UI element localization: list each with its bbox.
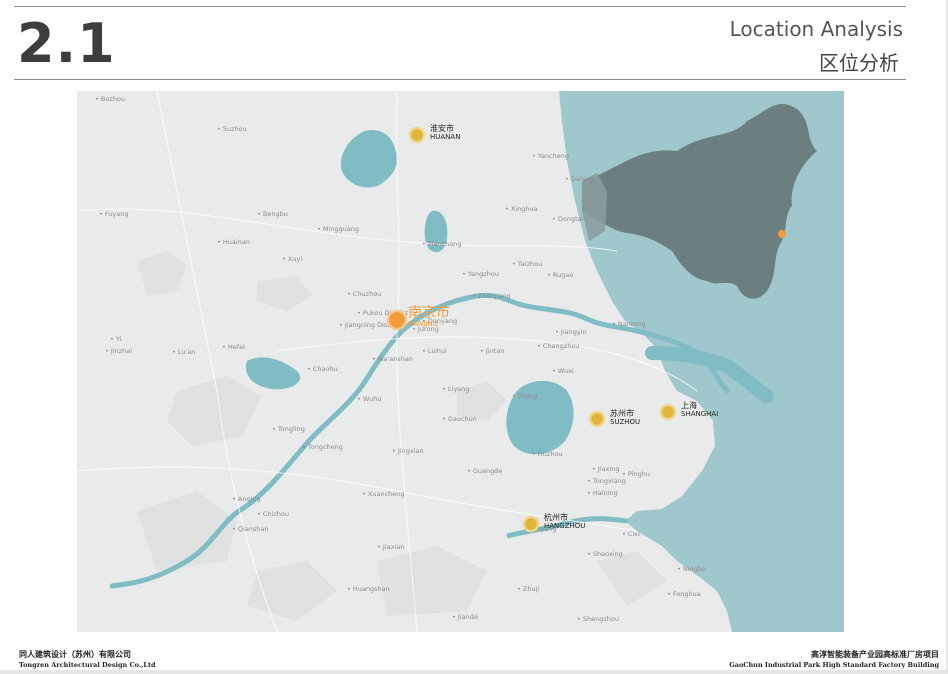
section-number: 2.1 <box>17 12 116 75</box>
city-dot <box>522 515 540 533</box>
map-label: • Chizhou <box>257 510 289 518</box>
map-label: • Tianchang <box>422 240 462 248</box>
map-label: • Jiangyin <box>555 328 587 336</box>
footer-company-cn: 同人建筑设计（苏州）有限公司 <box>19 650 131 659</box>
map-label: • Yancheng <box>532 152 569 160</box>
map-label: • Bozhou <box>95 95 125 103</box>
map-label: • Zhenjiang <box>472 292 510 300</box>
map-label: • Changzhou <box>537 342 579 350</box>
map-label: • Huzhou <box>532 450 563 458</box>
map-label: • Jinzhai <box>105 347 132 355</box>
city-name-en: HANGZHOU <box>544 522 585 530</box>
map-label: • Xuyi <box>282 255 302 263</box>
header-bottom-rule <box>14 79 906 80</box>
footer-company-en: Tongren Architectural Design Co.,Ltd <box>19 661 156 669</box>
city-name-cn: 南京市 <box>408 304 450 321</box>
map-label: • Bengbu <box>257 210 288 218</box>
map-label: • Lu'an <box>172 348 195 356</box>
city-name-en: HUANAN <box>430 133 460 141</box>
city-dot <box>408 126 426 144</box>
map-label: • Shengzhou <box>577 615 619 623</box>
city-dot <box>659 403 677 421</box>
page-title-cn: 区位分析 <box>819 51 899 75</box>
city-name-cn: 上海 <box>681 400 697 410</box>
map-label: • Shaoxing <box>587 550 623 558</box>
map-label: • Zhuji <box>517 585 539 593</box>
page-title-en: Location Analysis <box>729 17 903 41</box>
city-name-cn: 杭州市 <box>544 512 568 522</box>
map-label: • Ma'anshan <box>372 355 413 363</box>
map-label: • Fenghua <box>667 590 701 598</box>
city-dot <box>386 309 408 331</box>
map-label: • Suzhou <box>217 125 247 133</box>
city-name-en: NANJING <box>408 320 438 328</box>
city-dot <box>588 410 606 428</box>
city-name-en: SUZHOU <box>610 418 640 426</box>
footer-project-cn: 高淳智能装备产业园高标准厂房项目 <box>811 650 939 659</box>
city-name-cn: 淮安市 <box>430 123 454 133</box>
map-label: • Huainan <box>217 238 250 246</box>
map-label: • Jintan <box>480 347 504 355</box>
map-label: • Wuhu <box>357 395 381 403</box>
map-label: • Pinghu <box>622 470 650 478</box>
map-label: • Ningbo <box>677 565 706 573</box>
map-label: • Lishui <box>422 347 447 355</box>
map-label: • Xinghua <box>505 205 538 213</box>
map-label: • Rugao <box>547 271 573 279</box>
map-canvas: • Bozhou • Suzhou • Fuyang • Huainan • Bengb… <box>77 91 844 632</box>
map-label: • Chaohu <box>307 365 338 373</box>
map-label: • Taizhou <box>512 260 542 268</box>
map-label: • Qianshan <box>232 525 269 533</box>
map-label: • Mingguang <box>317 225 359 233</box>
map-label: • Yixing <box>512 392 537 400</box>
map-label: • Hefei <box>222 343 245 351</box>
map-label: • Huangshan <box>347 585 390 593</box>
map-label: • Dafeng <box>565 175 594 183</box>
map-label: • Tongxiang <box>587 477 626 485</box>
map-label: • Chuzhou <box>347 290 381 298</box>
footer-project-en: GaoChun Industrial Park High Standard Fa… <box>729 661 939 669</box>
map-label: • Liyang <box>442 385 469 393</box>
map-label: • Jiande <box>452 613 478 621</box>
map-label: • Jingxian <box>392 447 424 455</box>
map-label: • Yangzhou <box>462 270 499 278</box>
city-name-en: SHANGHAI <box>681 410 718 418</box>
map-label: • Anqing <box>232 495 261 503</box>
map-label: • Guangde <box>467 467 502 475</box>
map-label: • Tongling <box>272 425 305 433</box>
map-label: • Yi <box>110 335 122 343</box>
map-label: • Cixi <box>622 530 640 538</box>
city-name-cn: 苏州市 <box>610 408 634 418</box>
map-label: • Nantong <box>612 320 646 328</box>
project-location-dot <box>778 230 786 238</box>
header-top-rule <box>14 6 906 7</box>
map-label: • Jiaxian <box>377 543 404 551</box>
bottom-bar <box>0 670 948 674</box>
map-label: • Wuxi <box>552 367 574 375</box>
map-label: • Dongtai <box>552 215 584 223</box>
map-label: • Gaochun <box>442 415 477 423</box>
map-label: • Fuyang <box>99 210 128 218</box>
map-label: • Haining <box>587 489 618 497</box>
location-map: • Bozhou • Suzhou • Fuyang • Huainan • Bengb… <box>77 91 844 632</box>
map-label: • Jiaxing <box>592 465 620 473</box>
map-label: • Xuancheng <box>362 490 405 498</box>
map-label: • Tongcheng <box>302 443 343 451</box>
